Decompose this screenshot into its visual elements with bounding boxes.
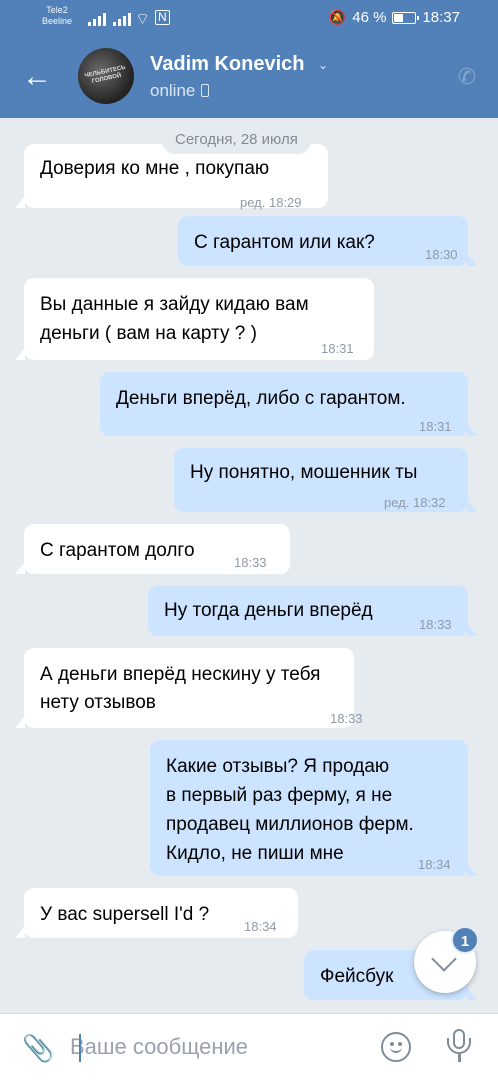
message-composer: 📎	[0, 1013, 498, 1080]
incoming-message[interactable]: С гарантом долго 18:33	[15, 524, 290, 574]
message-text: С гарантом долго	[40, 540, 195, 561]
battery-percent: 46 %	[352, 9, 387, 26]
message-time: 18:31	[321, 341, 354, 356]
message-time: 18:34	[418, 857, 451, 872]
message-time: ред. 18:29	[240, 195, 302, 210]
outgoing-message[interactable]: С гарантом или как? 18:30	[178, 216, 477, 266]
online-status: online	[150, 81, 210, 101]
emoji-icon[interactable]	[381, 1032, 411, 1062]
message-text: Ну понятно, мошенник ты	[190, 462, 418, 483]
contact-name[interactable]: Vadim Konevich	[150, 53, 305, 76]
message-text: Вы данные я зайду кидаю вам	[40, 294, 309, 315]
signal-icon-2	[113, 12, 131, 26]
incoming-message[interactable]: У вас supersell I'd ? 18:34	[15, 888, 298, 938]
outgoing-message[interactable]: Деньги вперёд, либо с гарантом. 18:31	[100, 372, 477, 436]
carrier-1: Tele2	[46, 5, 68, 15]
message-text: Ну тогда деньги вперёд	[164, 600, 373, 621]
message-text: Какие отзывы? Я продаю	[166, 756, 390, 777]
outgoing-message[interactable]: Ну понятно, мошенник ты ред. 18:32	[174, 448, 477, 512]
message-input[interactable]	[70, 1026, 360, 1068]
avatar-logo-text: ЧЕЛЬБИТЕСЬ ГОЛОВОЙ	[84, 64, 127, 85]
message-text: деньги ( вам на карту ? )	[40, 323, 257, 344]
online-status-text: online	[150, 81, 196, 100]
message-list[interactable]: Сегодня, 28 июля Доверия ко мне , покупа…	[0, 118, 498, 1013]
message-text: нету отзывов	[40, 692, 156, 713]
message-text: Деньги вперёд, либо с гарантом.	[116, 388, 406, 409]
message-time: ред. 18:32	[384, 495, 446, 510]
carrier-2: Beeline	[42, 16, 73, 26]
unread-badge: 1	[451, 926, 479, 954]
message-text: А деньги вперёд нескину у тебя	[40, 664, 321, 685]
message-time: 18:33	[330, 711, 363, 726]
battery-icon	[392, 11, 420, 24]
nfc-icon: N	[155, 10, 170, 25]
message-text: Доверия ко мне , покупаю	[40, 158, 270, 179]
chevron-down-icon	[431, 946, 457, 972]
message-text: У вас supersell I'd ?	[40, 904, 210, 925]
status-bar: Tele2 Beeline ⌔ N 🔕 46 % 18:37	[0, 0, 498, 38]
message-time: 18:30	[425, 247, 458, 262]
phone-call-icon[interactable]: ✆	[458, 64, 476, 90]
message-time: 18:33	[419, 617, 452, 632]
avatar[interactable]: ЧЕЛЬБИТЕСЬ ГОЛОВОЙ	[78, 48, 134, 104]
carrier-labels: Tele2 Beeline	[42, 5, 72, 27]
incoming-message[interactable]: Вы данные я зайду кидаю вам деньги ( вам …	[15, 278, 374, 360]
battery-level	[394, 13, 404, 22]
outgoing-message[interactable]: Ну тогда деньги вперёд 18:33	[148, 586, 477, 636]
mobile-device-icon	[201, 84, 210, 97]
message-text: Кидло, не пиши мне	[166, 843, 344, 864]
outgoing-message[interactable]: Какие отзывы? Я продаю в первый раз ферму…	[150, 740, 477, 876]
message-text: продавец миллионов ферм.	[166, 814, 414, 835]
microphone-icon[interactable]	[445, 1029, 473, 1065]
message-time: 18:34	[244, 919, 277, 934]
back-arrow-icon[interactable]: ←	[22, 60, 58, 96]
chevron-down-icon[interactable]: ⌄	[318, 58, 328, 72]
message-time: 18:31	[419, 419, 452, 434]
mute-icon: 🔕	[328, 9, 347, 25]
message-text: в первый раз ферму, я не	[166, 785, 393, 806]
text-cursor	[79, 1034, 81, 1062]
message-time: 18:33	[234, 555, 267, 570]
paperclip-icon[interactable]: 📎	[22, 1032, 54, 1064]
message-text: Фейсбук	[320, 966, 394, 987]
incoming-message[interactable]: А деньги вперёд нескину у тебя нету отзыв…	[15, 648, 363, 728]
signal-icon	[88, 12, 106, 26]
status-right: 🔕 46 % 18:37	[329, 9, 460, 26]
wifi-icon: ⌔	[135, 11, 151, 28]
message-text: С гарантом или как?	[194, 232, 375, 253]
date-separator: Сегодня, 28 июля	[162, 126, 311, 154]
app-header: Tele2 Beeline ⌔ N 🔕 46 % 18:37 ← ЧЕЛЬБИТ…	[0, 0, 498, 118]
clock: 18:37	[422, 9, 460, 26]
